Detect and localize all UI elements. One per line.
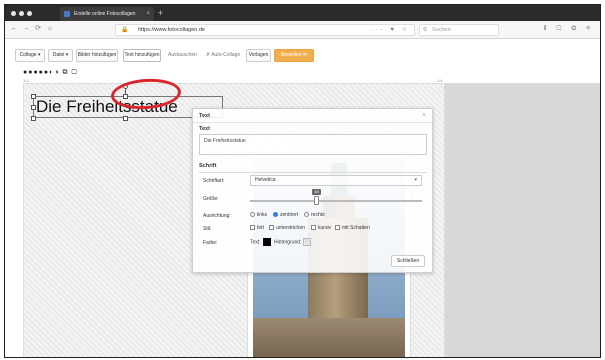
checkbox-icon: [311, 225, 316, 231]
window-minimize-dot[interactable]: [19, 11, 24, 16]
text-color-label: Text:: [250, 239, 261, 246]
search-input[interactable]: ⚲ Suchen: [419, 24, 499, 36]
text-color-picker[interactable]: Text: Hintergrund:: [250, 238, 313, 246]
radio-icon: [250, 212, 255, 218]
home-icon[interactable]: ⌂: [45, 24, 55, 34]
fort-base: [253, 318, 405, 357]
page: Collage ▾ Datei ▾ Bilder hinzufügen Text…: [5, 39, 600, 357]
text-input[interactable]: Die Freiheitsstatue: [199, 134, 427, 155]
resize-handle-bl[interactable]: [31, 116, 36, 121]
close-button[interactable]: Schließen: [391, 255, 425, 267]
align-right-radio[interactable]: rechts: [304, 212, 325, 218]
browser-tab[interactable]: Erstelle online Fotocollagen ×: [60, 7, 154, 21]
size-label: Größe:: [203, 196, 219, 202]
checkbox-icon: [335, 225, 340, 231]
shadow-label: mit Schatten: [342, 225, 370, 231]
size-slider-thumb[interactable]: [314, 196, 319, 205]
chevron-down-icon: ▾: [414, 177, 417, 183]
browser-menu-icons[interactable]: ⫴ ▢ ◎ ≡: [544, 24, 594, 34]
tab-title: Erstelle online Fotocollagen: [74, 11, 136, 17]
resize-handle-tl[interactable]: [31, 94, 36, 99]
align-right-label: rechts: [311, 212, 325, 218]
window-close-dot[interactable]: [11, 11, 16, 16]
align-center-radio[interactable]: zentriert: [273, 212, 298, 218]
nav-bar: ← → ⟳ ⌂ 🔒 https://www.fotocollagen.de ··…: [5, 21, 600, 39]
search-icon: ⚲: [423, 27, 428, 33]
checkbox-icon: [250, 225, 255, 231]
replace-button[interactable]: Austauschen: [165, 49, 200, 62]
checkbox-icon: [269, 225, 274, 231]
background-color-swatch[interactable]: [303, 238, 312, 246]
url-bar[interactable]: 🔒 https://www.fotocollagen.de ··· ♥ ☆: [115, 24, 415, 36]
title-bar: Erstelle online Fotocollagen × +: [5, 5, 600, 21]
section-divider: [199, 172, 427, 173]
add-text-button[interactable]: Text hinzufügen: [123, 49, 161, 62]
canvas-tool-icons[interactable]: ●●●●●◐◑ ⧉ ▢: [23, 68, 78, 77]
dialog-header: Text ×: [193, 109, 432, 123]
italic-label: kursiv: [318, 225, 332, 231]
text-dialog: Text × Text Die Freiheitsstatue Schrift …: [192, 108, 433, 273]
browser-window: Erstelle online Fotocollagen × + ← → ⟳ ⌂…: [4, 4, 601, 358]
file-menu-button[interactable]: Datei ▾: [48, 49, 73, 62]
forward-icon[interactable]: →: [21, 24, 31, 34]
resize-handle-bottom[interactable]: [123, 116, 128, 121]
resize-handle-left[interactable]: [31, 105, 36, 110]
font-select-value: Helvetica: [255, 177, 276, 183]
font-select[interactable]: Helvetica ▾: [250, 175, 422, 186]
font-label: Schriftart:: [203, 178, 225, 184]
shadow-checkbox[interactable]: mit Schatten: [335, 225, 370, 231]
collage-menu-button[interactable]: Collage ▾: [15, 49, 45, 62]
align-left-radio[interactable]: links: [250, 212, 267, 218]
new-tab-icon[interactable]: +: [158, 7, 163, 19]
radio-selected-icon: [273, 212, 278, 218]
bold-label: fett: [257, 225, 264, 231]
window-zoom-dot[interactable]: [27, 11, 32, 16]
canvas-outside-area: [445, 83, 600, 357]
auto-collage-button[interactable]: ✗ Auto-Collage: [203, 49, 243, 62]
radio-icon: [304, 212, 309, 218]
back-icon[interactable]: ←: [9, 24, 19, 34]
size-value-badge: 48: [312, 189, 321, 195]
zoom-label-right: 1:4: [437, 78, 443, 83]
order-button[interactable]: Bestellen ✉: [274, 49, 314, 62]
add-images-button[interactable]: Bilder hinzufügen: [76, 49, 118, 62]
url-text: https://www.fotocollagen.de: [138, 27, 205, 33]
text-color-swatch[interactable]: [262, 238, 271, 246]
align-label: Ausrichtung:: [203, 213, 231, 219]
lock-icon: 🔒: [121, 27, 129, 33]
align-left-label: links: [257, 212, 268, 218]
color-label: Farbe:: [203, 240, 218, 246]
text-section-label: Text: [199, 126, 210, 132]
tab-close-icon[interactable]: ×: [146, 7, 150, 21]
close-icon[interactable]: ×: [422, 109, 426, 123]
align-center-label: zentriert: [280, 212, 299, 218]
font-section-label: Schrift: [199, 163, 217, 169]
favicon-icon: [64, 11, 70, 17]
style-label: Stil:: [203, 226, 212, 232]
underline-checkbox[interactable]: unterstrichen: [269, 225, 305, 231]
search-placeholder: Suchen: [432, 27, 451, 33]
templates-button[interactable]: Vorlagen: [246, 49, 271, 62]
dialog-title: Text: [199, 113, 210, 119]
bold-checkbox[interactable]: fett: [250, 225, 264, 231]
size-slider[interactable]: [250, 200, 422, 202]
url-actions-icon[interactable]: ··· ♥ ☆: [371, 25, 410, 35]
underline-label: unterstrichen: [276, 225, 305, 231]
italic-checkbox[interactable]: kursiv: [311, 225, 331, 231]
reload-icon[interactable]: ⟳: [33, 24, 43, 34]
background-color-label: Hintergrund:: [273, 239, 302, 246]
